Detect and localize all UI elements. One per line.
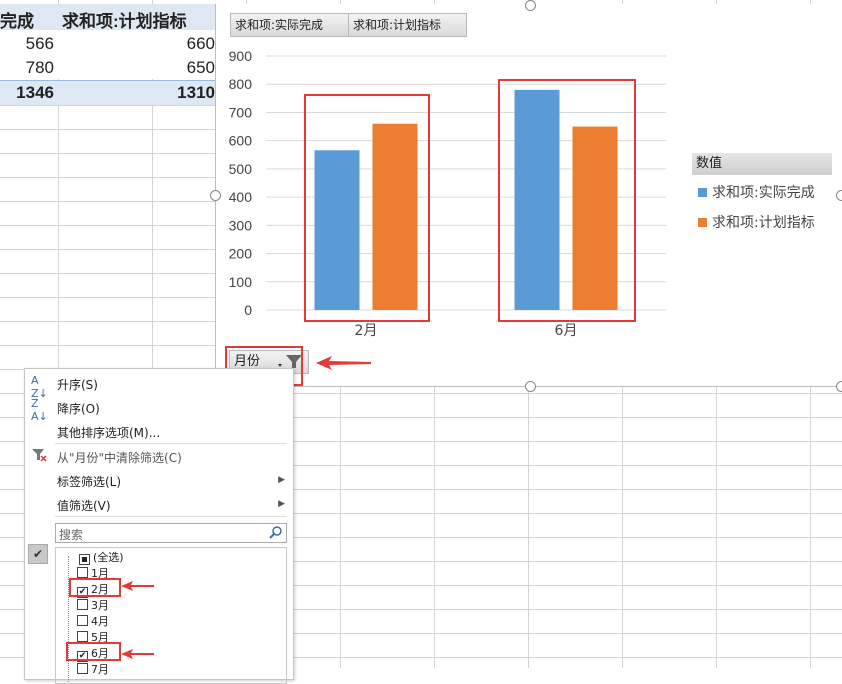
filter-item[interactable]: 3月 (77, 597, 109, 613)
pivot-cell-plan[interactable]: 650 (150, 58, 215, 78)
filter-item[interactable]: 7月 (77, 661, 109, 677)
y-tick-label: 0 (244, 302, 252, 318)
legend-swatch-plan (698, 218, 707, 227)
submenu-arrow-icon: ▶ (278, 475, 285, 485)
legend-title[interactable]: 数值 (692, 153, 832, 175)
chart-resize-handle[interactable] (210, 190, 221, 201)
pivot-cell-actual[interactable]: 780 (16, 58, 54, 78)
legend-swatch-actual (698, 188, 707, 197)
filter-dropdown-menu[interactable]: A Z↓ 升序(S) Z A↓ 降序(O) 其他排序选项(M)... 从"月份"中清… (24, 368, 294, 684)
y-tick-label: 200 (229, 246, 253, 262)
y-tick-label: 400 (229, 189, 253, 205)
menu-separator (55, 443, 287, 444)
pivot-total-actual[interactable]: 1346 (10, 83, 54, 103)
y-tick-label: 800 (229, 76, 253, 92)
filter-item-label: 4月 (91, 615, 109, 628)
value-field-button-plan[interactable]: 求和项:计划指标 (348, 13, 467, 37)
menu-more-sort-options[interactable]: 其他排序选项(M)... (57, 424, 160, 441)
search-input[interactable]: 搜索 (59, 526, 83, 543)
y-tick-label: 900 (229, 48, 253, 64)
tree-line (68, 556, 70, 682)
select-multiple-toggle[interactable]: ✔ (28, 544, 48, 564)
checkbox-icon[interactable] (77, 663, 88, 674)
x-tick-label: 2月 (355, 323, 378, 339)
legend-label-actual: 求和项:实际完成 (712, 185, 815, 201)
filter-item-label: (全选) (93, 551, 124, 564)
chart-resize-handle[interactable] (836, 190, 842, 201)
checkbox-icon[interactable] (79, 554, 90, 565)
filter-item-label: 3月 (91, 599, 109, 612)
filter-item-select-all[interactable]: (全选) (79, 549, 124, 565)
annotation-arrow-icon (121, 649, 154, 659)
legend-label-plan: 求和项:计划指标 (712, 215, 815, 231)
chart-resize-handle[interactable] (525, 381, 536, 392)
y-tick-label: 600 (229, 133, 253, 149)
submenu-arrow-icon: ▶ (278, 499, 285, 509)
value-field-button-actual[interactable]: 求和项:实际完成 (230, 13, 349, 37)
x-tick-label: 6月 (555, 323, 578, 339)
search-box[interactable]: 搜索 (55, 523, 287, 543)
pivot-cell-plan[interactable]: 660 (150, 34, 215, 54)
filter-item[interactable]: 4月 (77, 613, 109, 629)
pivot-total-plan[interactable]: 1310 (150, 83, 215, 103)
search-icon (269, 525, 283, 542)
annotation-box-feb (304, 94, 430, 322)
y-tick-label: 700 (229, 104, 253, 120)
y-tick-label: 100 (229, 274, 253, 290)
pivot-col-header-actual[interactable]: 完成 (0, 7, 34, 32)
annotation-box-jun-item (66, 642, 121, 661)
filter-item-label: 7月 (91, 663, 109, 676)
annotation-arrow-icon (316, 356, 371, 370)
menu-label-filter[interactable]: 标签筛选(L) (57, 473, 121, 490)
annotation-arrow-icon (121, 581, 154, 591)
pivot-cell-actual[interactable]: 566 (16, 34, 54, 54)
checkbox-icon[interactable] (77, 615, 88, 626)
annotation-box-feb-item (69, 578, 121, 597)
y-tick-label: 300 (229, 217, 253, 233)
menu-sort-ascending[interactable]: 升序(S) (57, 376, 98, 393)
menu-sort-descending[interactable]: 降序(O) (57, 400, 100, 417)
annotation-box-jun (498, 79, 636, 322)
pivot-col-header-plan[interactable]: 求和项:计划指标 (62, 7, 187, 32)
chart-resize-handle[interactable] (525, 0, 536, 11)
chart-resize-handle[interactable] (836, 381, 842, 392)
sort-descending-icon: Z A↓ (31, 397, 48, 423)
clear-filter-icon (31, 448, 47, 465)
checkbox-icon[interactable] (77, 631, 88, 642)
checkbox-icon[interactable] (77, 567, 88, 578)
menu-value-filter[interactable]: 值筛选(V) (57, 497, 111, 514)
menu-clear-filter[interactable]: 从"月份"中清除筛选(C) (57, 449, 182, 466)
checkbox-icon[interactable] (77, 599, 88, 610)
legend-item-plan[interactable]: 求和项:计划指标 (698, 212, 815, 232)
legend-item-actual[interactable]: 求和项:实际完成 (698, 182, 815, 202)
menu-separator (55, 516, 287, 517)
y-tick-label: 500 (229, 161, 253, 177)
